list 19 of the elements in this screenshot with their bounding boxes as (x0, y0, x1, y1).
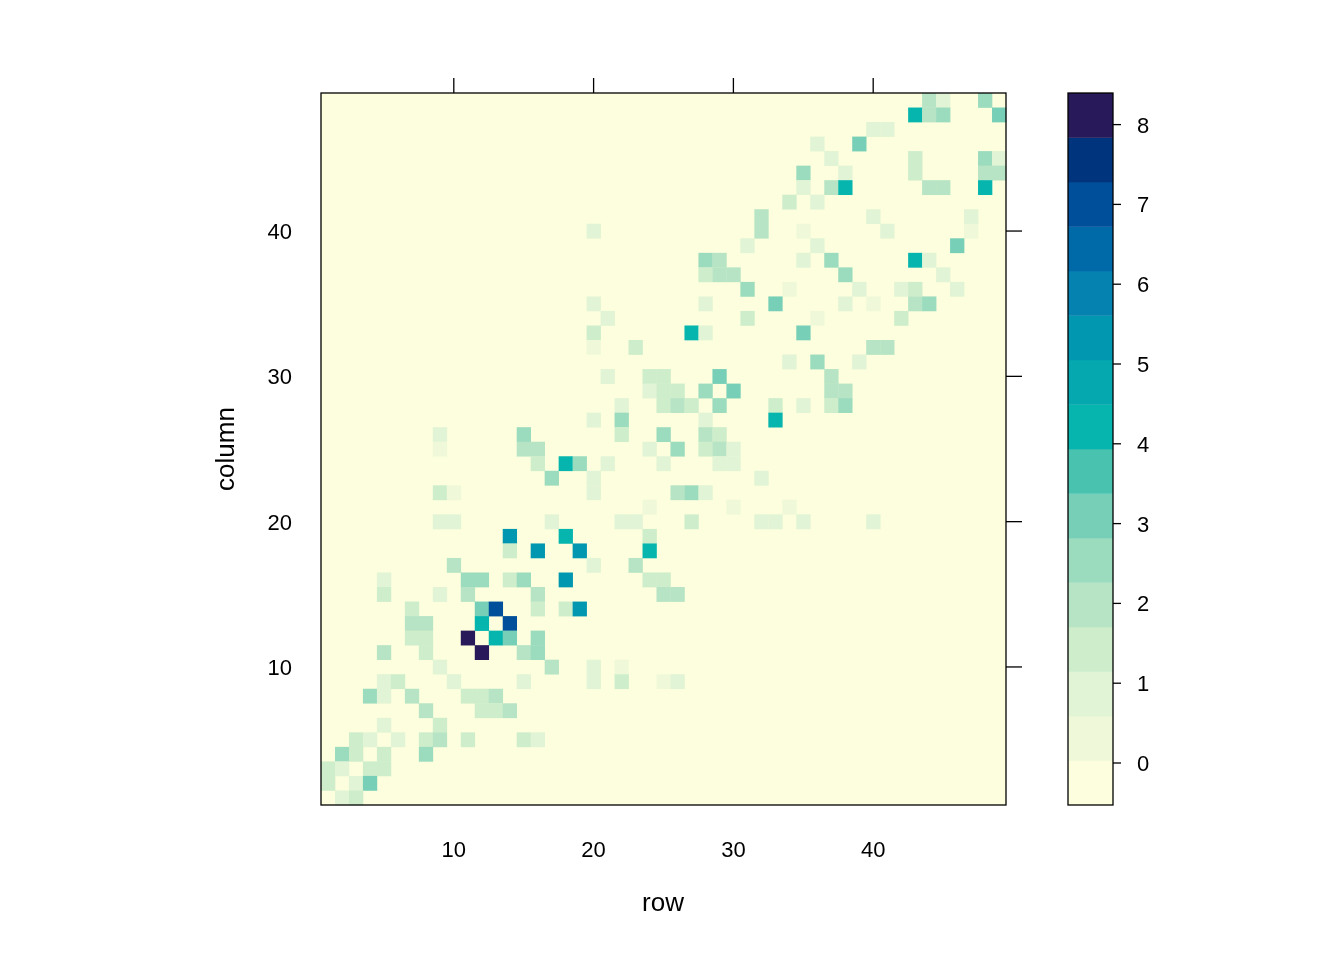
colorbar-label: 8 (1137, 112, 1150, 138)
y-axis-title: column (210, 407, 240, 491)
colorbar-label: 2 (1137, 591, 1150, 617)
colorbar-label: 6 (1137, 272, 1150, 298)
colorbar-label: 1 (1137, 671, 1150, 697)
y-tick-label: 40 (267, 219, 292, 245)
x-axis-title: row (642, 887, 684, 917)
y-tick-label: 20 (267, 509, 292, 535)
x-tick-label: 10 (441, 837, 467, 862)
colorbar-label: 5 (1137, 352, 1150, 377)
y-tick-label: 30 (267, 364, 292, 390)
x-tick-label: 40 (860, 837, 886, 862)
y-tick-label: 10 (267, 654, 292, 680)
x-tick-label: 30 (721, 837, 746, 862)
colorbar-label: 7 (1137, 192, 1150, 218)
colorbar-label: 3 (1137, 511, 1150, 537)
x-tick-label: 20 (581, 837, 606, 862)
colorbar-label: 0 (1137, 751, 1150, 776)
colorbar-label: 4 (1137, 431, 1150, 457)
